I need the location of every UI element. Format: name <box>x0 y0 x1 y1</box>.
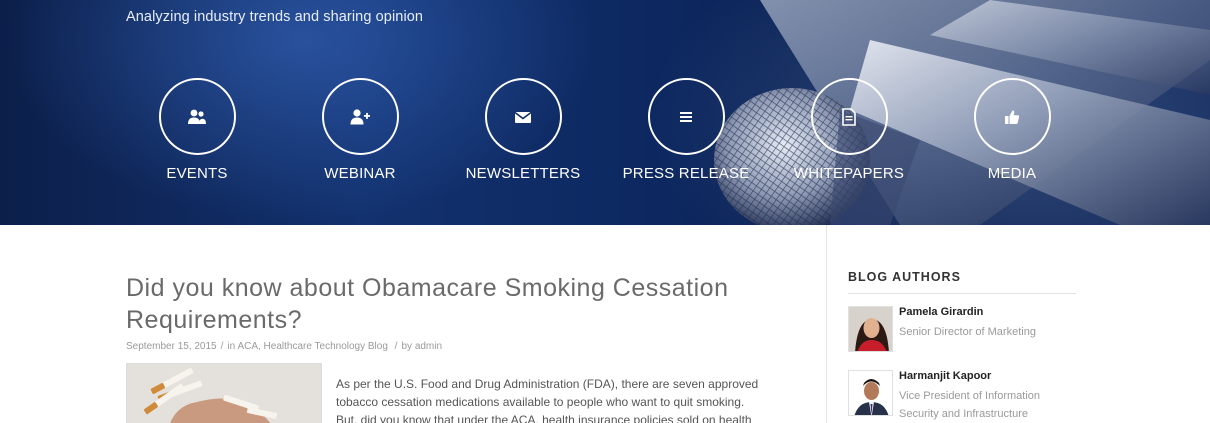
nav-webinar[interactable]: WEBINAR <box>285 78 435 182</box>
author-name[interactable]: Harmanjit Kapoor <box>899 370 991 382</box>
post-categories-link[interactable]: ACA, Healthcare Technology Blog <box>237 341 387 352</box>
avatar[interactable] <box>848 370 893 416</box>
broken-cigarettes-image <box>127 364 321 423</box>
user-plus-icon <box>350 108 370 124</box>
post-author-link[interactable]: admin <box>415 341 442 352</box>
hero-nav: EVENTS WEBINAR NEWSLETTERS PRESS RELEASE… <box>0 0 1210 225</box>
thumbs-up-icon <box>1005 109 1020 124</box>
post-title[interactable]: Did you know about Obamacare Smoking Ces… <box>126 272 806 336</box>
nav-media[interactable]: MEDIA <box>937 78 1087 182</box>
envelope-icon <box>514 111 532 123</box>
hero-banner: Analyzing industry trends and sharing op… <box>0 0 1210 225</box>
author-photo <box>849 371 892 415</box>
author-role: Senior Director of Marketing <box>899 326 1036 338</box>
avatar[interactable] <box>848 306 893 352</box>
post-by-prefix: by <box>401 341 413 352</box>
nav-newsletters[interactable]: NEWSLETTERS <box>448 78 598 182</box>
nav-events[interactable]: EVENTS <box>122 78 272 182</box>
post-date: September 15, 2015 <box>126 341 217 352</box>
sidebar-divider <box>826 225 827 423</box>
sidebar-rule <box>848 293 1076 294</box>
list-icon <box>680 111 692 122</box>
users-icon <box>188 109 206 124</box>
nav-whitepapers[interactable]: WHITEPAPERS <box>774 78 924 182</box>
author-photo <box>849 307 892 351</box>
document-icon <box>842 107 856 126</box>
author-name[interactable]: Pamela Girardin <box>899 306 983 318</box>
post-in-prefix: in <box>227 341 236 352</box>
post-excerpt: As per the U.S. Food and Drug Administra… <box>336 377 759 423</box>
post-thumbnail[interactable] <box>126 363 322 423</box>
nav-press-release[interactable]: PRESS RELEASE <box>611 78 761 182</box>
author-role: Vice President of Information Security a… <box>899 390 1041 420</box>
post-meta: September 15, 2015/in ACA, Healthcare Te… <box>126 341 443 352</box>
sidebar-title: BLOG AUTHORS <box>848 270 961 284</box>
main-content: Did you know about Obamacare Smoking Ces… <box>0 225 1210 423</box>
